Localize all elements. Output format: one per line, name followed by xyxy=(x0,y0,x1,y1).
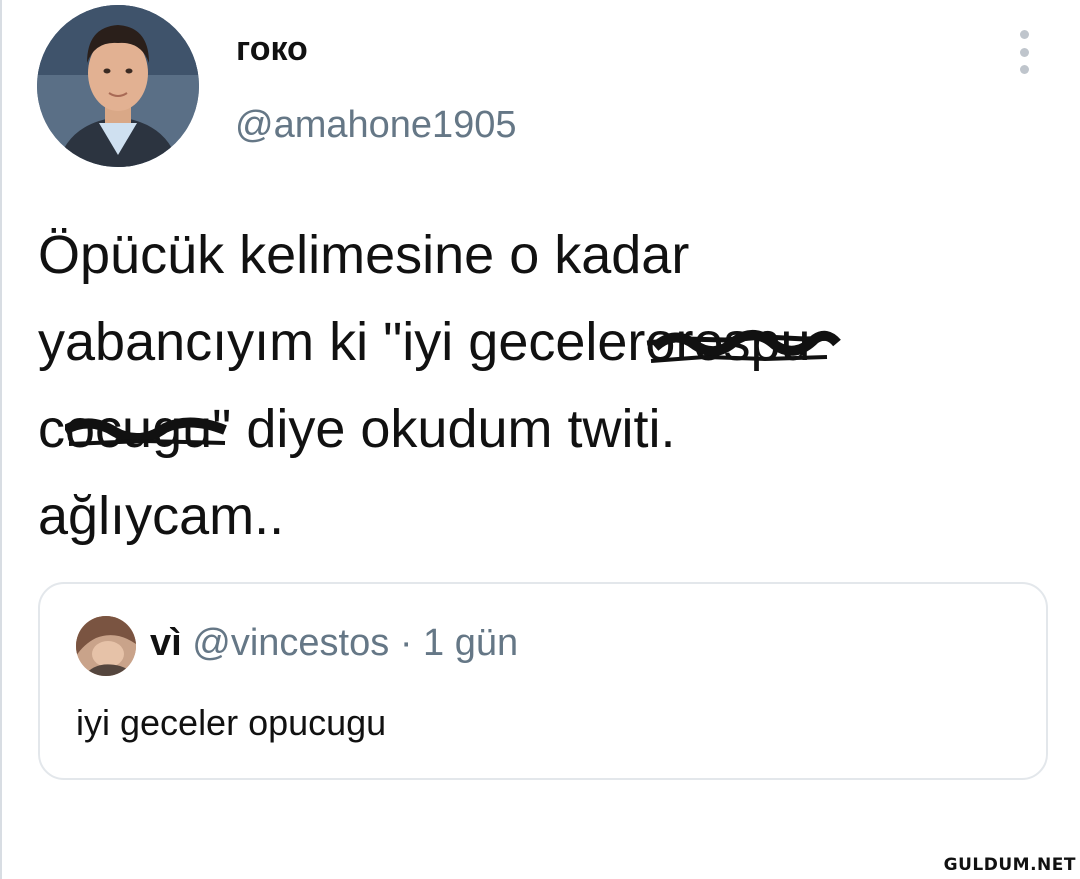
quoted-text: iyi geceler opucugu xyxy=(76,702,387,743)
dot xyxy=(1019,65,1029,74)
watermark: GULDUM.NET xyxy=(943,855,1076,875)
tweet-card: гоко @amahone1905 Öpücük kelimesine o ka… xyxy=(0,0,1080,879)
display-name[interactable]: гоко xyxy=(236,30,308,69)
tweet-line-3-start: c xyxy=(38,399,65,459)
quoted-avatar[interactable] xyxy=(76,616,136,676)
censored-word-1-text: orospu xyxy=(645,312,811,372)
tweet-line-1: Öpücük kelimesine o kadar xyxy=(38,225,690,285)
quoted-handle[interactable]: @vincestos xyxy=(192,622,389,664)
profile-avatar[interactable] xyxy=(37,5,199,167)
censored-word-2-text: ocugu xyxy=(65,399,213,459)
tweet-line-3-end: " diye okudum twiti. xyxy=(212,399,676,459)
quoted-name[interactable]: vì xyxy=(150,622,182,664)
tweet-line-4: ağlıycam.. xyxy=(38,486,285,546)
dot xyxy=(1019,30,1029,39)
tweet-line-3: cocugu " diye okudum twiti. xyxy=(38,386,1038,473)
censored-word-1: orospu xyxy=(645,299,842,386)
dot xyxy=(1019,47,1029,57)
tweet-line-2-text: yabancıyım ki "iyi geceler xyxy=(38,312,646,372)
quoted-tweet[interactable]: vì @vincestos · 1 gün iyi geceler opucug… xyxy=(38,582,1048,780)
quoted-separator: · xyxy=(399,622,413,664)
censored-word-2: ocugu xyxy=(65,386,227,473)
more-options-icon[interactable] xyxy=(1014,30,1034,74)
quoted-timestamp[interactable]: 1 gün xyxy=(423,622,518,664)
tweet-text: Öpücük kelimesine o kadar yabancıyım ki … xyxy=(38,212,1038,560)
quoted-profile-photo xyxy=(76,616,136,676)
tweet-line-2: yabancıyım ki "iyi gecelerorospu xyxy=(38,299,1038,386)
profile-photo xyxy=(37,5,199,167)
quoted-header: vì @vincestos · 1 gün xyxy=(150,622,518,665)
user-handle[interactable]: @amahone1905 xyxy=(235,104,517,147)
